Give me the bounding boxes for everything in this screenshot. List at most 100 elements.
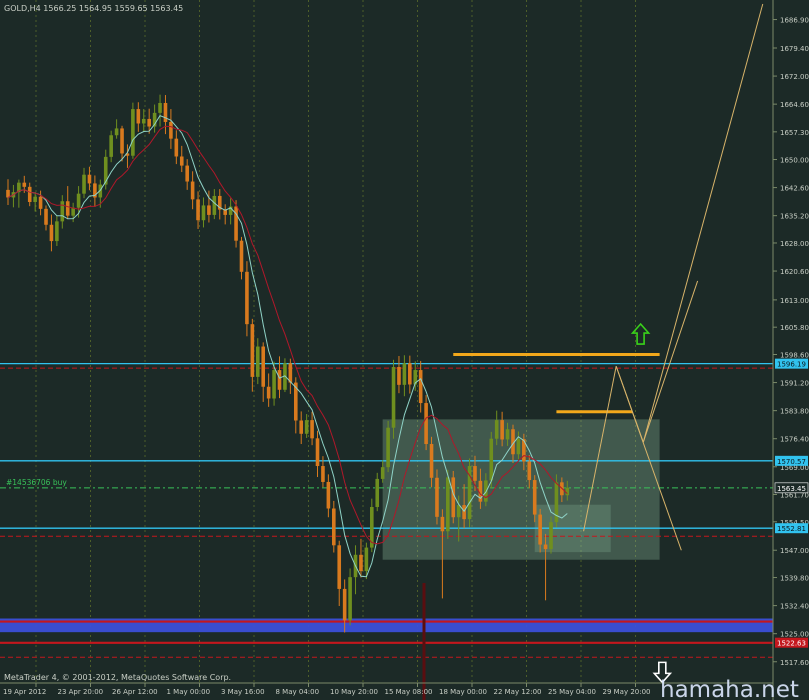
price-tick-label: 1598.60 bbox=[780, 352, 809, 360]
price-tick-label: 1576.40 bbox=[780, 436, 809, 444]
price-tag-text: 1570.57 bbox=[777, 458, 806, 466]
candle-body bbox=[136, 109, 141, 124]
candle-body bbox=[190, 181, 195, 200]
candle-body bbox=[179, 156, 184, 166]
candle-body bbox=[326, 481, 331, 509]
time-tick-label: 26 Apr 12:00 bbox=[112, 688, 158, 696]
candle-body bbox=[505, 429, 510, 440]
copyright-text: MetaTrader 4, © 2001-2012, MetaQuotes So… bbox=[4, 673, 231, 682]
candle-body bbox=[38, 196, 43, 209]
candle-body bbox=[494, 420, 499, 439]
candle-body bbox=[473, 466, 477, 481]
candle-body bbox=[163, 103, 168, 122]
candle-body bbox=[462, 505, 466, 520]
candle-body bbox=[380, 467, 385, 479]
candle-body bbox=[266, 386, 271, 399]
candle-body bbox=[44, 208, 48, 225]
candle-body bbox=[565, 487, 570, 496]
price-tick-label: 1613.00 bbox=[780, 297, 809, 305]
candle-body bbox=[435, 477, 439, 517]
candle-body bbox=[277, 370, 282, 390]
price-tick-label: 1642.60 bbox=[780, 185, 809, 193]
price-tick-label: 1547.00 bbox=[780, 547, 809, 555]
candle-body bbox=[131, 109, 135, 156]
price-tick-label: 1679.40 bbox=[780, 45, 809, 53]
candle-body bbox=[391, 367, 396, 428]
candle-body bbox=[549, 522, 553, 550]
candle-body bbox=[147, 118, 151, 127]
candle-body bbox=[82, 174, 86, 194]
price-tick-label: 1532.40 bbox=[780, 603, 809, 611]
candle-body bbox=[76, 193, 81, 208]
candle-body bbox=[158, 103, 162, 113]
candle-body bbox=[272, 370, 276, 399]
candle-body bbox=[22, 182, 27, 187]
consolidation-zone bbox=[382, 419, 660, 560]
candle-body bbox=[348, 577, 352, 621]
price-tag-text: 1522.63 bbox=[777, 640, 806, 648]
time-tick-label: 8 May 04:00 bbox=[276, 688, 320, 696]
candle-body bbox=[332, 508, 336, 546]
candle-body bbox=[402, 363, 407, 385]
candle-body bbox=[71, 207, 75, 216]
time-tick-label: 29 May 20:00 bbox=[603, 688, 651, 696]
candle-body bbox=[500, 420, 504, 440]
time-tick-label: 10 May 20:00 bbox=[330, 688, 378, 696]
candle-body bbox=[245, 271, 249, 325]
candle-body bbox=[250, 324, 255, 377]
candle-body bbox=[424, 403, 428, 445]
candle-body bbox=[120, 128, 124, 154]
candle-body bbox=[261, 346, 266, 387]
price-tick-label: 1664.60 bbox=[780, 101, 809, 109]
candle-body bbox=[359, 554, 363, 572]
price-tick-label: 1591.20 bbox=[780, 380, 809, 388]
time-tick-label: 15 May 08:00 bbox=[385, 688, 433, 696]
candle-body bbox=[255, 346, 260, 377]
candle-body bbox=[418, 370, 423, 404]
candle-body bbox=[141, 118, 146, 124]
candle-body bbox=[342, 588, 347, 621]
price-tick-label: 1672.00 bbox=[780, 73, 809, 81]
price-tag-text: 1596.19 bbox=[777, 361, 806, 369]
candle-body bbox=[408, 363, 412, 385]
time-tick-label: 25 May 04:00 bbox=[548, 688, 596, 696]
candle-body bbox=[174, 138, 179, 157]
candle-body bbox=[49, 224, 54, 242]
price-tick-label: 1628.00 bbox=[780, 240, 809, 248]
candle-body bbox=[60, 201, 65, 222]
time-tick-label: 19 Apr 2012 bbox=[3, 688, 46, 696]
price-tick-label: 1650.00 bbox=[780, 157, 809, 165]
price-tick-label: 1583.80 bbox=[780, 408, 809, 416]
candle-body bbox=[489, 438, 494, 481]
candle-body bbox=[207, 205, 211, 215]
candle-body bbox=[532, 480, 537, 515]
time-tick-label: 23 Apr 20:00 bbox=[58, 688, 104, 696]
candle-body bbox=[169, 121, 173, 139]
candle-body bbox=[516, 439, 521, 455]
candle-body bbox=[33, 196, 37, 203]
candle-body bbox=[299, 420, 304, 434]
price-chart[interactable]: 1686.90 1679.40 1672.00 1664.60 1657.30 1650.… bbox=[0, 0, 809, 700]
candle-body bbox=[201, 205, 206, 221]
candle-body bbox=[114, 128, 119, 136]
candle-body bbox=[429, 444, 434, 478]
price-tag-text: 1563.45 bbox=[777, 485, 806, 493]
candle-body bbox=[196, 199, 200, 221]
candle-body bbox=[375, 478, 380, 507]
price-tick-label: 1620.60 bbox=[780, 268, 809, 276]
candle-body bbox=[27, 186, 32, 203]
chart-background bbox=[0, 0, 809, 700]
time-tick-label: 3 May 16:00 bbox=[221, 688, 265, 696]
candle-body bbox=[185, 165, 189, 182]
candle-body bbox=[55, 221, 59, 242]
candle-body bbox=[87, 174, 92, 184]
candle-body bbox=[109, 135, 113, 157]
candle-body bbox=[527, 461, 532, 481]
price-tick-label: 1686.90 bbox=[780, 17, 809, 25]
candle-body bbox=[212, 195, 217, 215]
candle-body bbox=[315, 438, 320, 467]
candle-body bbox=[321, 466, 325, 482]
time-tick-label: 18 May 00:00 bbox=[439, 688, 487, 696]
candle-body bbox=[386, 427, 390, 468]
candle-body bbox=[446, 477, 450, 532]
